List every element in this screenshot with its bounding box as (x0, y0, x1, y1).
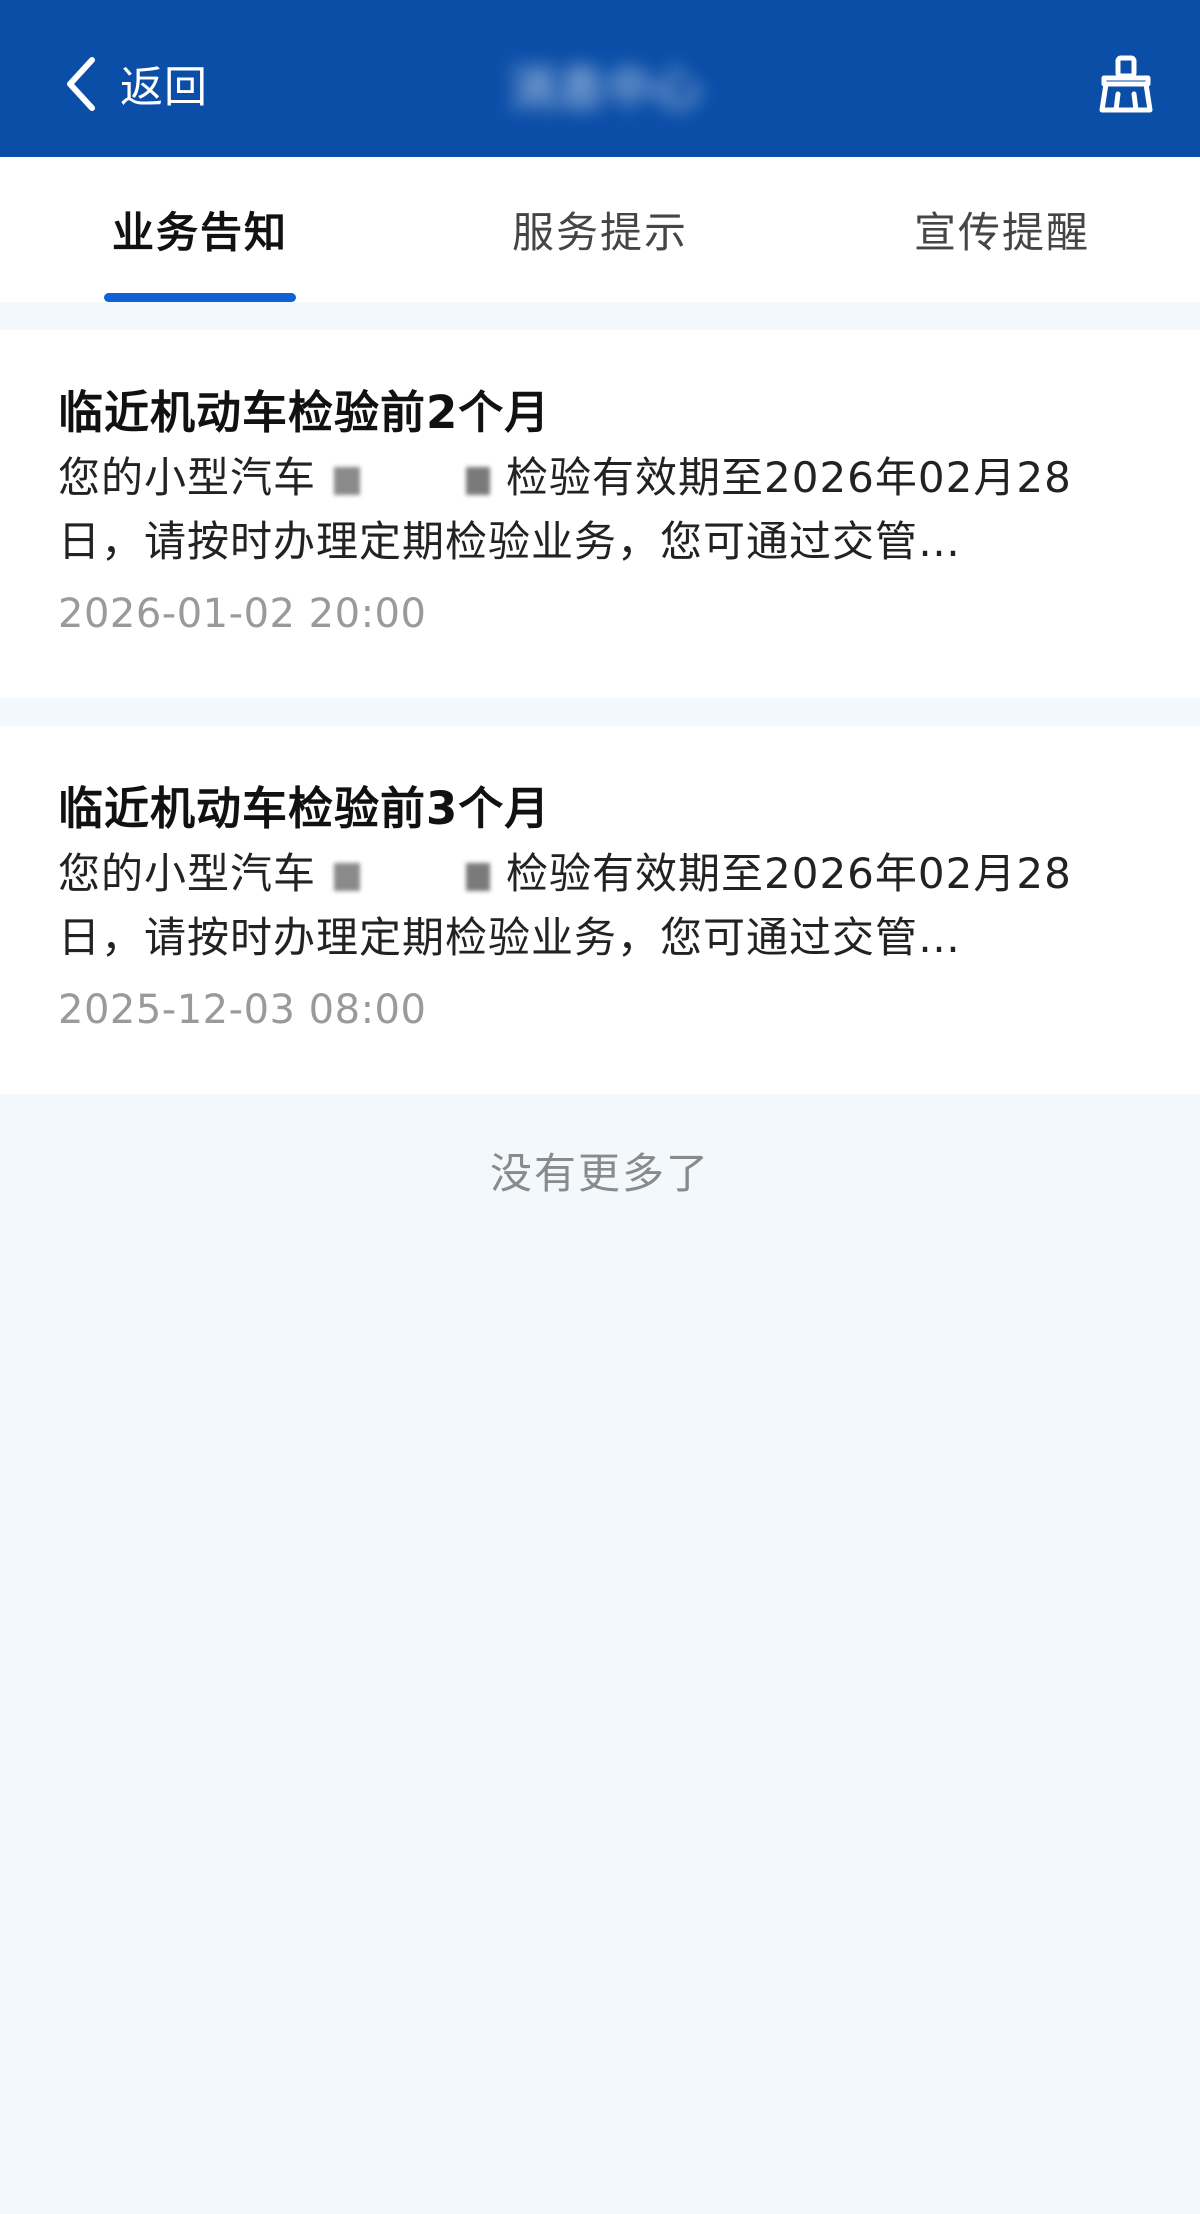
message-title: 临近机动车检验前2个月 (58, 386, 551, 439)
top-nav-bar: 返回 消息中心 (0, 0, 1200, 157)
active-tab-indicator (104, 293, 296, 302)
back-label: 返回 (120, 63, 208, 113)
tab-publicity-reminder[interactable]: 宣传提醒 (862, 157, 1142, 302)
message-card[interactable]: 临近机动车检验前2个月 您的小型汽车 检验有效期至2026年02月28 日，请按时… (0, 330, 1200, 698)
tab-bar: 业务告知 服务提示 宣传提醒 (0, 157, 1200, 302)
message-body-suffix: 检验有效期至2026年02月28 (506, 453, 1072, 502)
message-body-suffix: 检验有效期至2026年02月28 (506, 849, 1072, 898)
message-body-prefix: 您的小型汽车 (58, 849, 317, 898)
message-time: 2026-01-02 20:00 (58, 591, 427, 637)
broom-icon (1096, 55, 1156, 118)
no-more-text: 没有更多了 (489, 1149, 710, 1198)
message-title: 临近机动车检验前3个月 (58, 782, 551, 835)
message-body-line2: 日，请按时办理定期检验业务，您可通过交管… (58, 517, 962, 566)
message-body: 您的小型汽车 检验有效期至2026年02月28 日，请按时办理定期检验业务，您可通… (58, 446, 1138, 574)
tab-business-notice[interactable]: 业务告知 (60, 157, 340, 302)
redacted-plate-number (316, 857, 506, 897)
tab-service-tips[interactable]: 服务提示 (460, 157, 740, 302)
message-card[interactable]: 临近机动车检验前3个月 您的小型汽车 检验有效期至2026年02月28 日，请按时… (0, 726, 1200, 1094)
message-time: 2025-12-03 08:00 (58, 987, 427, 1033)
clear-messages-button[interactable] (1096, 54, 1156, 114)
chevron-left-icon (62, 54, 98, 114)
back-button[interactable]: 返回 (62, 52, 208, 116)
message-body-prefix: 您的小型汽车 (58, 453, 317, 502)
message-body-line2: 日，请按时办理定期检验业务，您可通过交管… (58, 913, 962, 962)
message-body: 您的小型汽车 检验有效期至2026年02月28 日，请按时办理定期检验业务，您可通… (58, 842, 1138, 970)
redacted-plate-number (316, 461, 506, 501)
page-title: 消息中心 (508, 61, 701, 117)
